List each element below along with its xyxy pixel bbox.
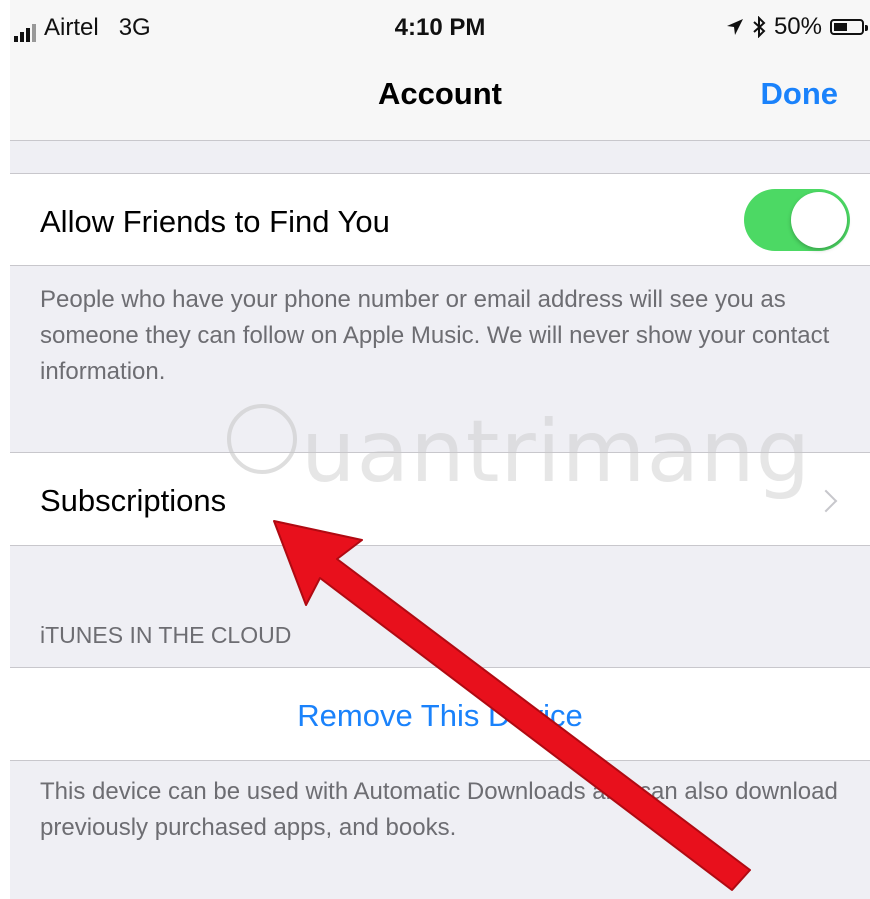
itunes-footer-text: This device can be used with Automatic D… (40, 778, 838, 841)
remove-device-row[interactable]: Remove This Device (10, 667, 870, 761)
bluetooth-icon (753, 16, 766, 38)
settings-screen: Airtel 3G 4:10 PM 50% Account Done Allow… (10, 0, 870, 899)
allow-friends-label: Allow Friends to Find You (40, 204, 390, 239)
toggle-knob (791, 192, 847, 248)
status-right: 50% (726, 13, 868, 41)
allow-friends-toggle[interactable] (744, 189, 850, 251)
chevron-right-icon (814, 489, 838, 513)
status-bar: Airtel 3G 4:10 PM 50% (10, 0, 870, 50)
navigation-bar: Account Done (10, 50, 870, 141)
battery-icon (830, 19, 868, 35)
remove-device-button[interactable]: Remove This Device (10, 698, 870, 734)
subscriptions-row[interactable]: Subscriptions (10, 452, 870, 546)
page-title: Account (378, 76, 502, 111)
itunes-cloud-header: iTUNES IN THE CLOUD (40, 622, 292, 648)
friends-footer-text: People who have your phone number or ema… (40, 286, 830, 385)
subscriptions-label: Subscriptions (40, 483, 227, 518)
location-icon (726, 19, 743, 35)
done-button[interactable]: Done (761, 76, 839, 112)
allow-friends-row: Allow Friends to Find You (10, 173, 870, 266)
battery-percent: 50% (773, 13, 822, 40)
